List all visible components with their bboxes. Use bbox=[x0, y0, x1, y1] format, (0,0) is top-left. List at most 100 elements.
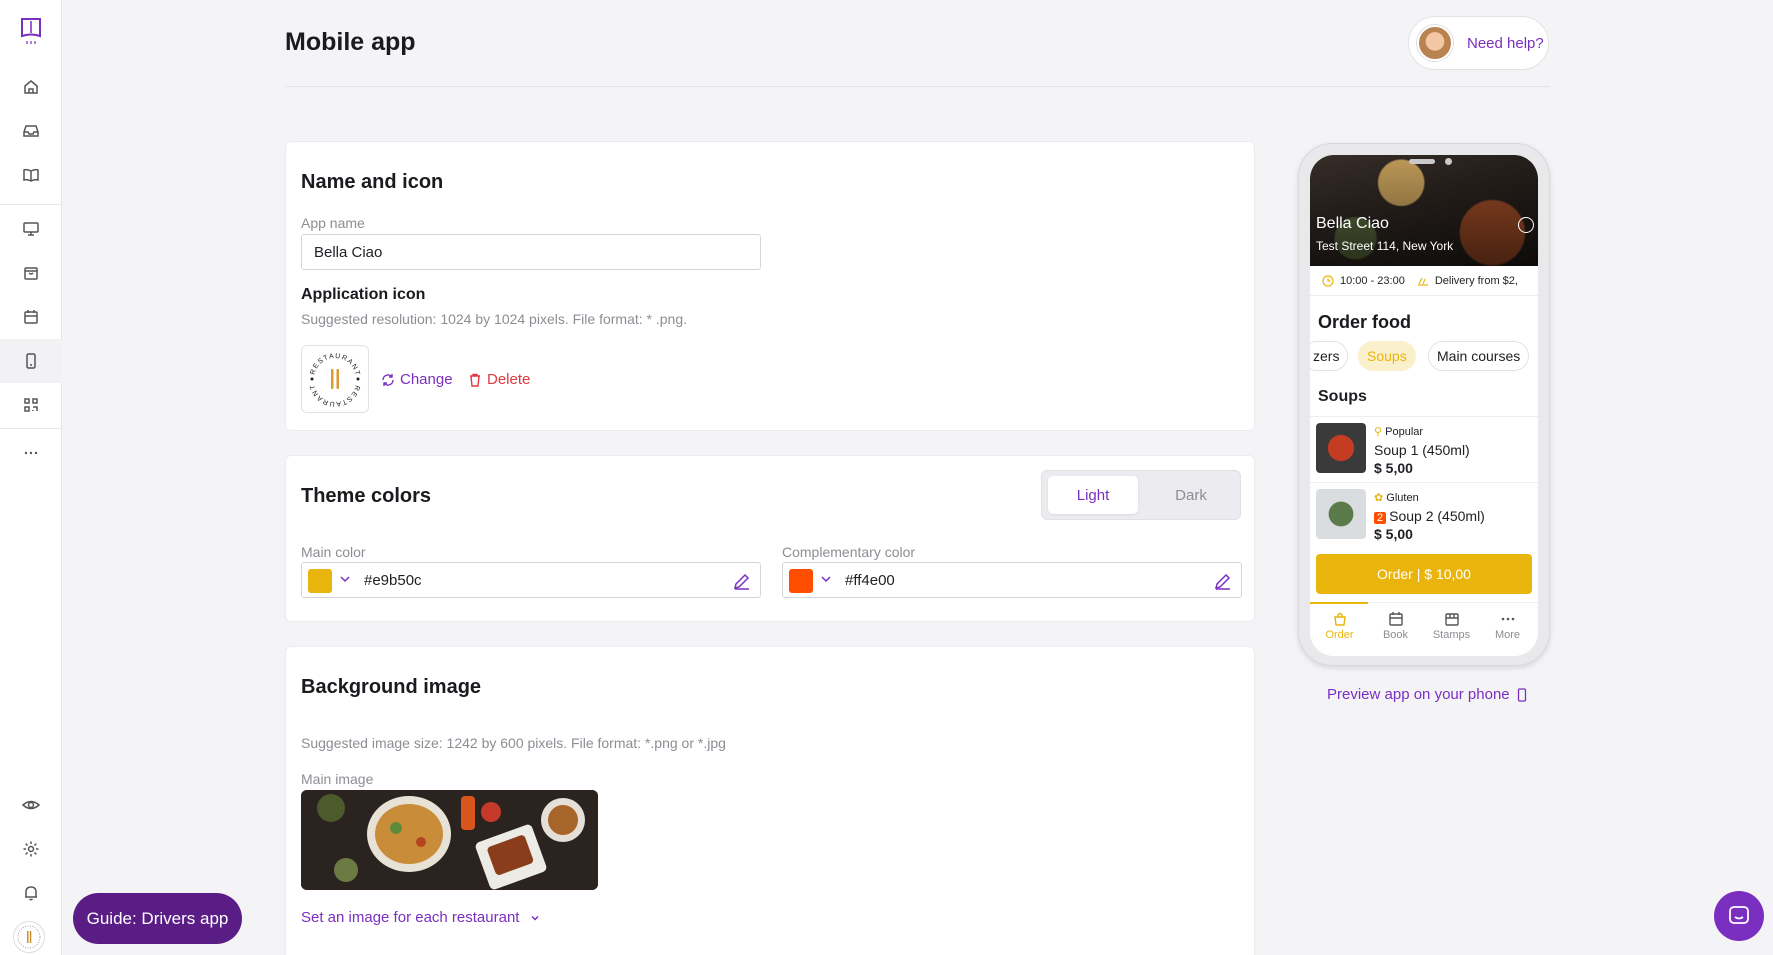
delivery-icon bbox=[1417, 277, 1428, 286]
restaurant-logo-icon: RESTAURANT RESTAURANT bbox=[309, 353, 360, 407]
category-chip-main-courses[interactable]: Main courses bbox=[1428, 341, 1530, 371]
sidebar-item-notifications[interactable] bbox=[0, 871, 62, 915]
item-name: 2 Soup 2 (450ml) bbox=[1374, 508, 1485, 524]
sidebar-item-website[interactable] bbox=[0, 207, 62, 251]
info-icon[interactable] bbox=[1518, 217, 1534, 233]
theme-light-option[interactable]: Light bbox=[1048, 476, 1138, 514]
delete-label: Delete bbox=[487, 371, 531, 388]
sidebar-item-preview[interactable] bbox=[0, 783, 62, 827]
main-image-thumbnail[interactable] bbox=[301, 790, 598, 890]
settings-icon bbox=[23, 841, 39, 857]
sidebar-item-more[interactable] bbox=[0, 431, 62, 475]
item-tag: ✿ Gluten bbox=[1374, 491, 1419, 504]
sidebar-item-menu[interactable] bbox=[0, 153, 62, 197]
name-icon-card: Name and icon App name Bella Ciao Applic… bbox=[285, 141, 1255, 431]
comp-color-label: Complementary color bbox=[782, 544, 916, 560]
order-button[interactable]: Order | $ 10,00 bbox=[1316, 554, 1532, 594]
pencil-icon[interactable] bbox=[1213, 571, 1233, 591]
sidebar-item-mobile-app[interactable] bbox=[0, 339, 62, 383]
bell-icon bbox=[25, 886, 37, 901]
main-color-swatch[interactable] bbox=[308, 569, 332, 593]
tab-stamps[interactable]: Stamps bbox=[1424, 611, 1479, 641]
app-name-input[interactable]: Bella Ciao bbox=[301, 234, 761, 270]
phone-screen: Bella Ciao Test Street 114, New York 10:… bbox=[1310, 155, 1538, 656]
restaurant-address: Test Street 114, New York bbox=[1316, 239, 1454, 253]
sidebar-item-orders[interactable] bbox=[0, 251, 62, 295]
tab-book-label: Book bbox=[1382, 629, 1409, 641]
eye-icon bbox=[22, 800, 40, 810]
main-color-field[interactable]: #e9b50c bbox=[301, 562, 761, 598]
guide-button[interactable]: Guide: Drivers app bbox=[73, 893, 242, 944]
theme-dark-option[interactable]: Dark bbox=[1146, 476, 1236, 514]
sidebar-item-settings[interactable] bbox=[0, 827, 62, 871]
header-divider bbox=[285, 86, 1550, 87]
main-color-label: Main color bbox=[301, 544, 366, 560]
preview-on-phone-link[interactable]: Preview app on your phone bbox=[1327, 686, 1528, 703]
chevron-down-icon bbox=[531, 915, 539, 921]
theme-colors-card: Theme colors Light Dark Main color #e9b5… bbox=[285, 455, 1255, 622]
tab-bar: Order Book Stamps More bbox=[1310, 602, 1538, 656]
soup-image bbox=[1316, 489, 1366, 539]
background-image-card: Background image Suggested image size: 1… bbox=[285, 646, 1255, 955]
account-avatar[interactable] bbox=[13, 921, 45, 953]
theme-colors-title: Theme colors bbox=[301, 485, 432, 507]
soup-image bbox=[1316, 423, 1366, 473]
restaurant-name: Bella Ciao bbox=[1316, 215, 1389, 232]
clock-icon bbox=[1322, 274, 1334, 287]
delivery-info: Delivery from $2, bbox=[1434, 274, 1518, 287]
book-icon bbox=[23, 168, 39, 182]
bag-icon bbox=[24, 267, 38, 280]
chat-launcher-button[interactable] bbox=[1714, 891, 1764, 941]
phone-preview: Bella Ciao Test Street 114, New York 10:… bbox=[1298, 143, 1550, 666]
delete-icon-button[interactable]: Delete bbox=[468, 371, 530, 388]
svg-text:RESTAURANT: RESTAURANT bbox=[309, 383, 360, 407]
calendar-icon bbox=[24, 310, 38, 324]
menu-item[interactable]: ⚲ Popular Soup 1 (450ml) $ 5,00 bbox=[1310, 416, 1538, 482]
category-chip-soups[interactable]: Soups bbox=[1358, 341, 1416, 371]
refresh-icon bbox=[382, 373, 394, 386]
item-name: Soup 1 (450ml) bbox=[1374, 442, 1470, 458]
svg-text:RESTAURANT: RESTAURANT bbox=[309, 353, 360, 377]
opening-hours: 10:00 - 23:00 bbox=[1340, 274, 1405, 287]
item-badge: 2 bbox=[1374, 512, 1387, 524]
main-color-hex[interactable]: #e9b50c bbox=[364, 572, 422, 589]
support-avatar bbox=[1417, 25, 1453, 61]
order-food-title: Order food bbox=[1318, 312, 1411, 332]
tab-order[interactable]: Order bbox=[1312, 611, 1367, 641]
gluten-icon: ✿ bbox=[1374, 492, 1384, 504]
item-price: $ 5,00 bbox=[1374, 526, 1413, 542]
logo-icon[interactable] bbox=[17, 16, 45, 46]
sidebar bbox=[0, 0, 62, 955]
chevron-down-icon[interactable] bbox=[338, 572, 352, 586]
category-chip[interactable]: zers bbox=[1310, 341, 1349, 371]
preview-on-phone-label: Preview app on your phone bbox=[1327, 686, 1510, 703]
monitor-icon bbox=[23, 222, 39, 236]
sidebar-item-bookings[interactable] bbox=[0, 295, 62, 339]
sidebar-item-inbox[interactable] bbox=[0, 109, 62, 153]
sidebar-item-home[interactable] bbox=[0, 65, 62, 109]
tab-more[interactable]: More bbox=[1480, 611, 1535, 641]
tab-more-label: More bbox=[1494, 629, 1521, 641]
name-icon-title: Name and icon bbox=[301, 171, 444, 193]
tab-stamps-label: Stamps bbox=[1432, 629, 1471, 641]
chevron-down-icon[interactable] bbox=[819, 572, 833, 586]
sidebar-item-qr[interactable] bbox=[0, 383, 62, 427]
app-icon-label: Application icon bbox=[301, 286, 426, 303]
pencil-icon[interactable] bbox=[732, 571, 752, 591]
tab-order-label: Order bbox=[1325, 629, 1354, 641]
comp-color-swatch[interactable] bbox=[789, 569, 813, 593]
change-icon-button[interactable]: Change bbox=[381, 371, 453, 388]
bag-icon bbox=[1333, 612, 1346, 626]
mobile-icon bbox=[26, 353, 36, 369]
comp-color-hex[interactable]: #ff4e00 bbox=[845, 572, 895, 589]
need-help-button[interactable]: Need help? bbox=[1408, 16, 1549, 70]
menu-item[interactable]: ✿ Gluten 2 Soup 2 (450ml) $ 5,00 bbox=[1310, 482, 1538, 548]
tab-book[interactable]: Book bbox=[1368, 611, 1423, 641]
item-tag-label: Popular bbox=[1385, 426, 1424, 438]
popular-icon: ⚲ bbox=[1374, 426, 1383, 438]
trash-icon bbox=[470, 373, 480, 387]
mobile-icon bbox=[1517, 687, 1526, 702]
comp-color-field[interactable]: #ff4e00 bbox=[782, 562, 1242, 598]
per-restaurant-image-toggle[interactable]: Set an image for each restaurant bbox=[301, 909, 541, 926]
qr-icon bbox=[24, 398, 38, 412]
